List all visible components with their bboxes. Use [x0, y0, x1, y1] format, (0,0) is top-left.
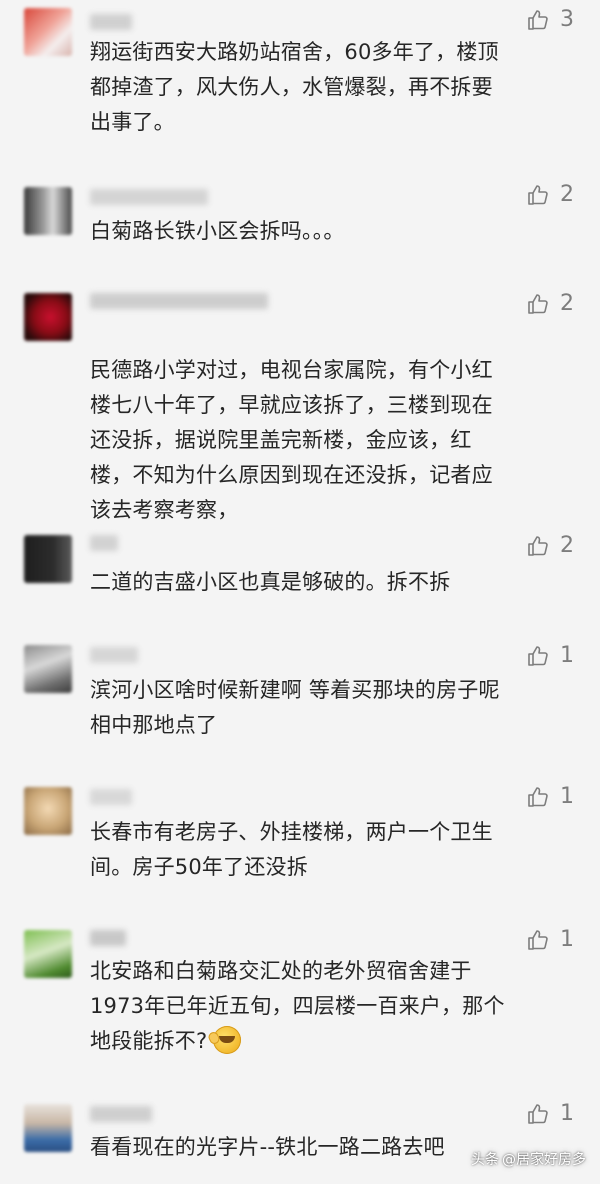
- comment-item: 1 长春市有老房子、外挂楼梯，两户一个卫生 间。房子50年了还没拆: [0, 777, 600, 920]
- comment-text: 翔运街西安大路奶站宿舍，60多年了，楼顶 都掉渣了，风大伤人，水管爆裂，再不拆要…: [90, 40, 499, 134]
- grimace-emoji-icon: [213, 1026, 242, 1054]
- avatar[interactable]: [24, 535, 72, 583]
- username-blurred[interactable]: [90, 293, 268, 309]
- avatar[interactable]: [24, 645, 72, 693]
- like-count: 2: [560, 533, 574, 558]
- thumbs-up-icon: [528, 930, 548, 950]
- thumbs-up-icon: [528, 536, 548, 556]
- comment-item: 1 北安路和白菊路交汇处的老外贸宿舍建于 1973年已年近五旬，四层楼一百来户，…: [0, 918, 600, 1096]
- avatar[interactable]: [24, 930, 72, 978]
- username-blurred[interactable]: [90, 14, 132, 30]
- comment-item: 1 看看现在的光字片--铁北一路二路去吧: [0, 1094, 600, 1184]
- username-blurred[interactable]: [90, 930, 126, 946]
- comment-text-body: 北安路和白菊路交汇处的老外贸宿舍建于 1973年已年近五旬，四层楼一百来户，那个…: [90, 959, 505, 1053]
- avatar[interactable]: [24, 293, 72, 341]
- thumbs-up-icon: [528, 646, 548, 666]
- like-count: 3: [560, 7, 574, 32]
- comment-text: 滨河小区啥时候新建啊 等着买那块的房子呢 相中那地点了: [90, 678, 500, 737]
- thumbs-up-icon: [528, 787, 548, 807]
- thumbs-up-icon: [528, 294, 548, 314]
- comment-item: 2 民德路小学对过，电视台家属院，有个小红 楼七八十年了，早就应该拆了，三楼到现…: [0, 283, 600, 523]
- like-count: 2: [560, 291, 574, 316]
- username-blurred[interactable]: [90, 789, 132, 805]
- like-button[interactable]: 2: [526, 183, 574, 207]
- like-count: 2: [560, 182, 574, 207]
- avatar[interactable]: [24, 787, 72, 835]
- comment-item: 2 白菊路长铁小区会拆吗。。。: [0, 175, 600, 285]
- comment-item: 2 二道的吉盛小区也真是够破的。拆不拆: [0, 525, 600, 635]
- like-button[interactable]: 1: [526, 928, 574, 952]
- like-button[interactable]: 1: [526, 644, 574, 668]
- avatar[interactable]: [24, 187, 72, 235]
- like-button[interactable]: 1: [526, 1102, 574, 1126]
- comment-text: 二道的吉盛小区也真是够破的。拆不拆: [90, 570, 451, 594]
- comment-item: 3 翔运街西安大路奶站宿舍，60多年了，楼顶 都掉渣了，风大伤人，水管爆裂，再不…: [0, 0, 600, 180]
- like-count: 1: [560, 784, 574, 809]
- username-blurred[interactable]: [90, 647, 138, 663]
- username-blurred[interactable]: [90, 1106, 152, 1122]
- comment-text: 民德路小学对过，电视台家属院，有个小红 楼七八十年了，早就应该拆了，三楼到现在 …: [90, 358, 493, 522]
- watermark-platform: 头条: [471, 1152, 499, 1168]
- comment-text: 长春市有老房子、外挂楼梯，两户一个卫生 间。房子50年了还没拆: [90, 820, 493, 879]
- username-blurred[interactable]: [90, 189, 208, 205]
- like-count: 1: [560, 643, 574, 668]
- like-button[interactable]: 1: [526, 785, 574, 809]
- like-button[interactable]: 2: [526, 534, 574, 558]
- thumbs-up-icon: [528, 185, 548, 205]
- comment-text: 白菊路长铁小区会拆吗。。。: [90, 219, 345, 243]
- comment-item: 1 滨河小区啥时候新建啊 等着买那块的房子呢 相中那地点了: [0, 635, 600, 780]
- comment-feed: 3 翔运街西安大路奶站宿舍，60多年了，楼顶 都掉渣了，风大伤人，水管爆裂，再不…: [0, 0, 600, 1184]
- avatar[interactable]: [24, 8, 72, 56]
- thumbs-up-icon: [528, 10, 548, 30]
- avatar[interactable]: [24, 1104, 72, 1152]
- comment-text: 北安路和白菊路交汇处的老外贸宿舍建于 1973年已年近五旬，四层楼一百来户，那个…: [90, 954, 578, 1059]
- like-count: 1: [560, 927, 574, 952]
- watermark: 头条 @居家好房多: [471, 1152, 586, 1168]
- thumbs-up-icon: [528, 1104, 548, 1124]
- like-button[interactable]: 3: [526, 8, 574, 32]
- username-blurred[interactable]: [90, 535, 118, 551]
- like-count: 1: [560, 1101, 574, 1126]
- like-button[interactable]: 2: [526, 292, 574, 316]
- watermark-account: @居家好房多: [502, 1152, 586, 1168]
